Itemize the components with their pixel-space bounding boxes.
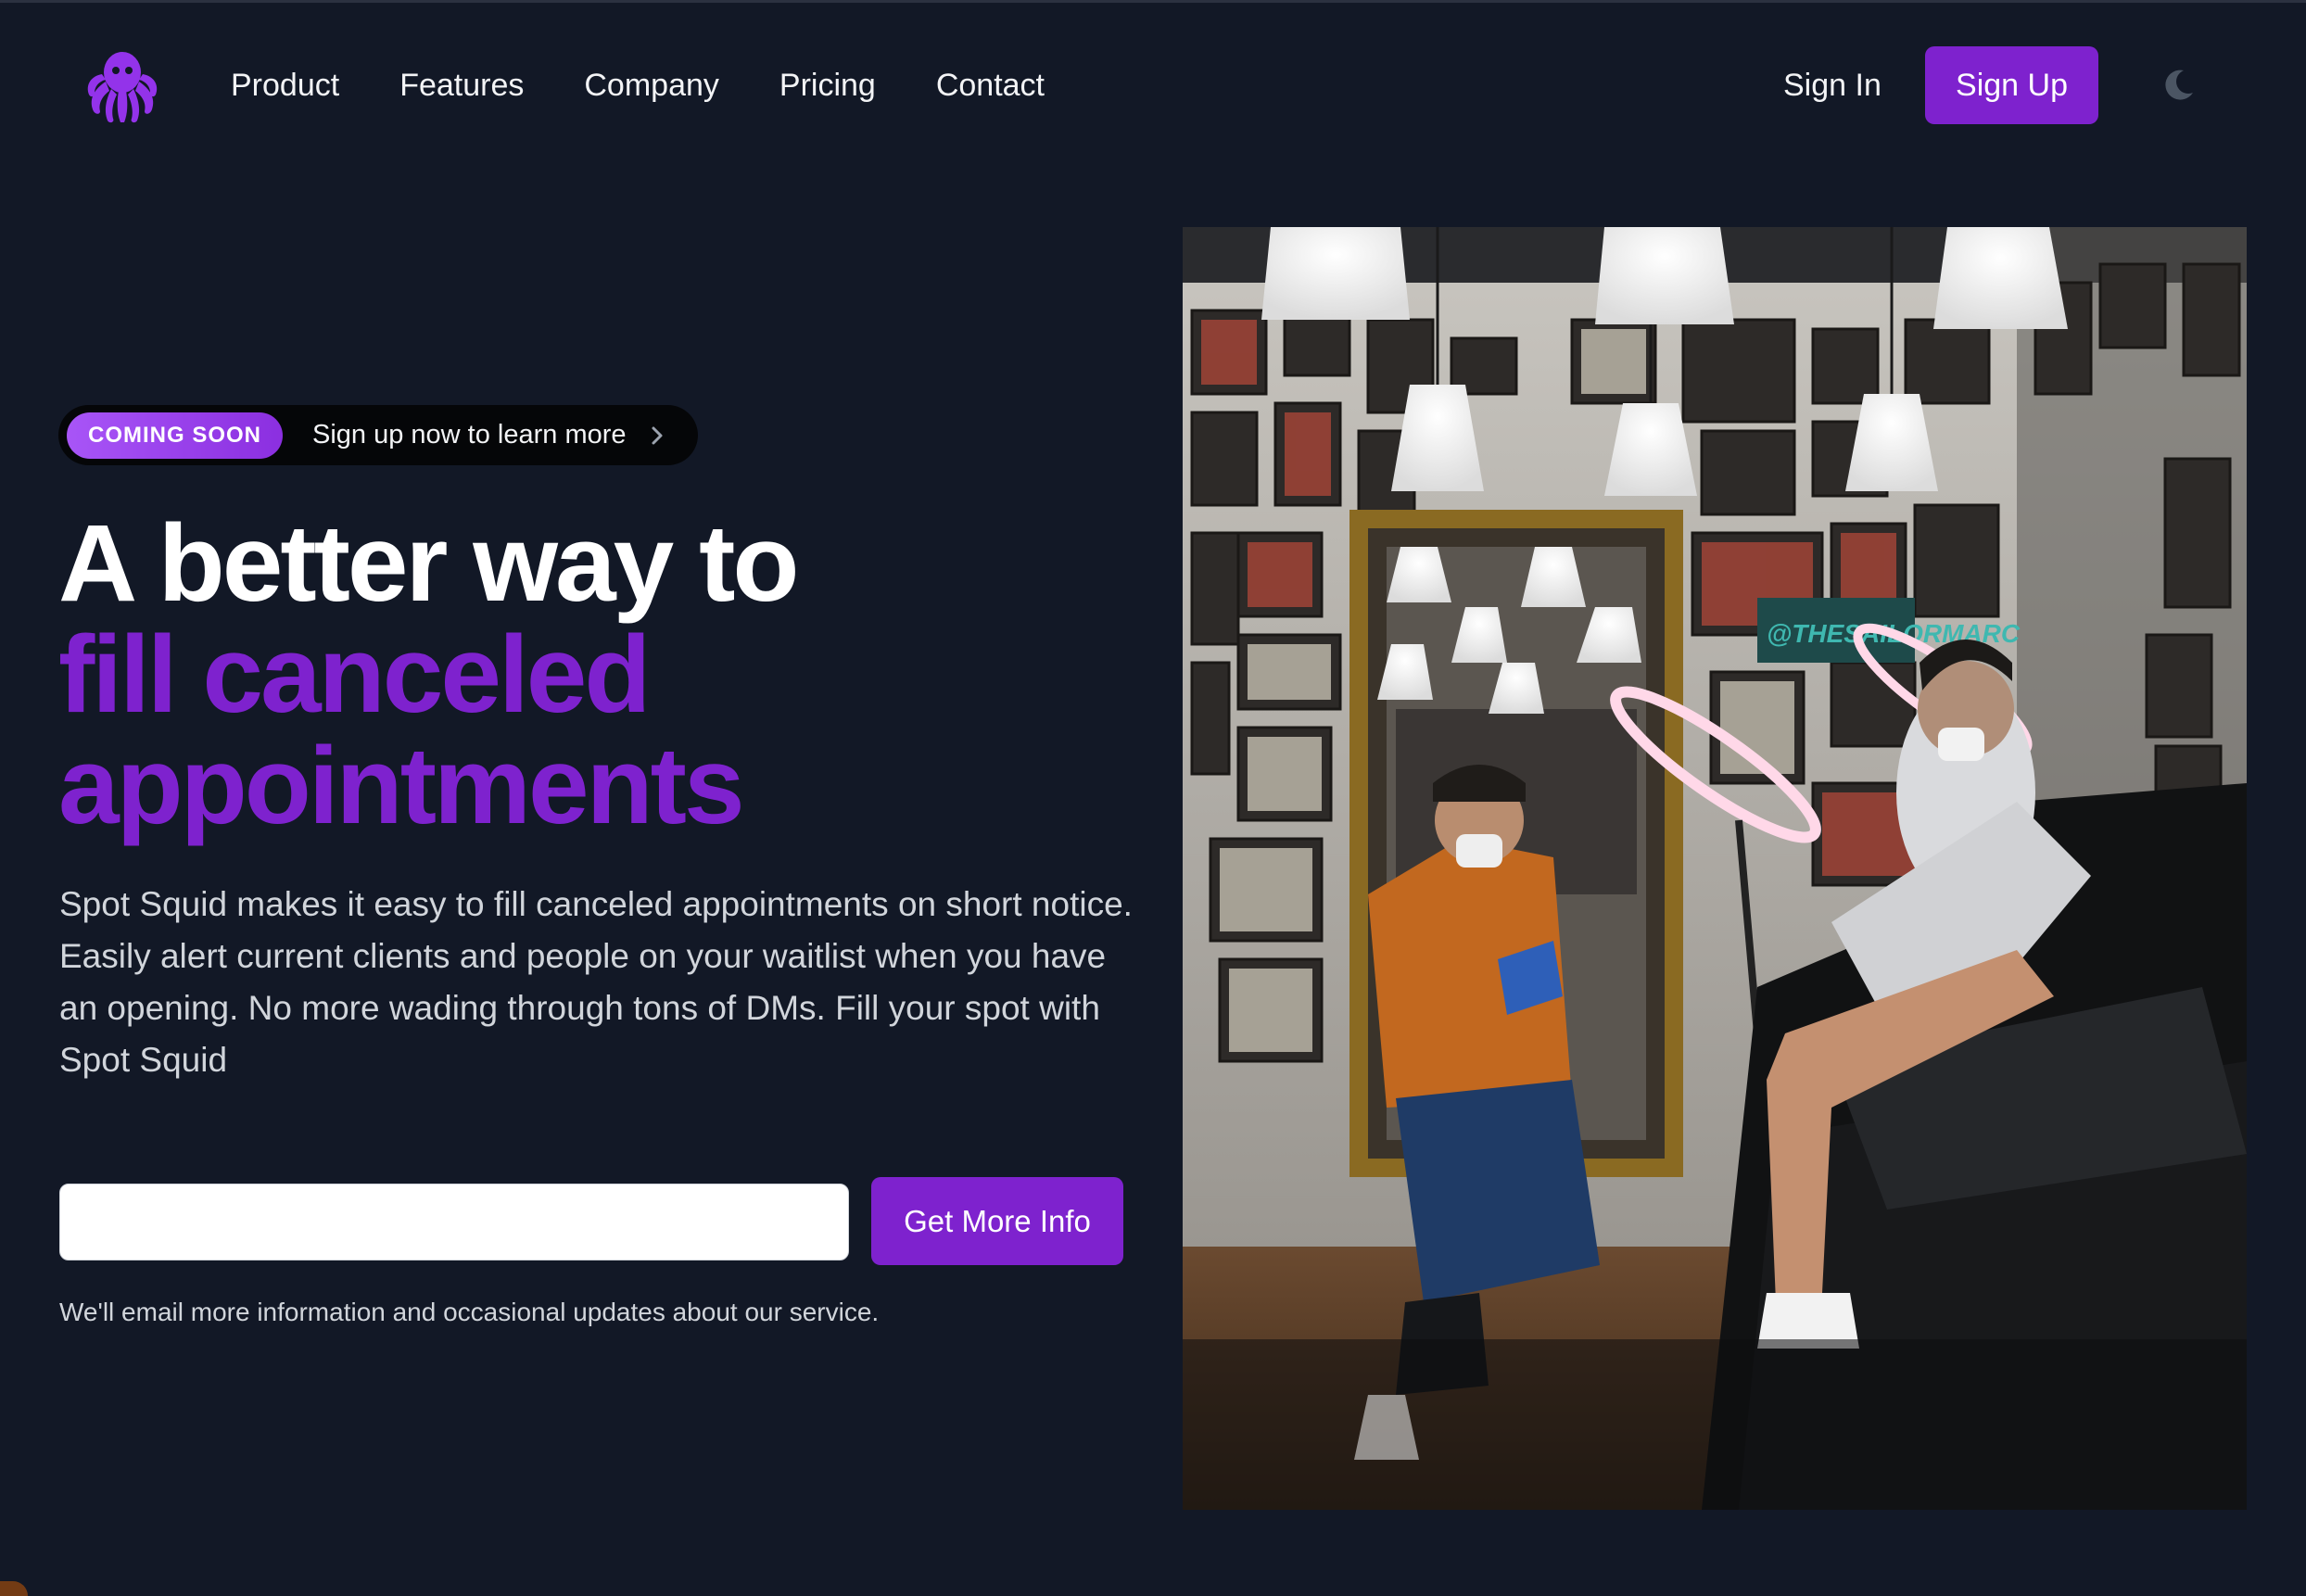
headline-line-2: fill canceled — [58, 614, 652, 736]
nav-link-features[interactable]: Features — [399, 61, 524, 109]
nav-link-pricing[interactable]: Pricing — [779, 61, 876, 109]
tattoo-studio-illustration: @THESAILORMARC — [1183, 227, 2247, 1510]
sign-up-button[interactable]: Sign Up — [1925, 46, 2098, 124]
headline-line-1: A better way to — [58, 502, 799, 625]
window-corner — [0, 1581, 28, 1596]
sign-in-link[interactable]: Sign In — [1783, 61, 1882, 109]
email-disclaimer: We'll email more information and occasio… — [59, 1298, 880, 1326]
nav-link-product[interactable]: Product — [231, 61, 339, 109]
announcement-text: Sign up now to learn more — [312, 420, 627, 450]
nav-link-contact[interactable]: Contact — [936, 61, 1045, 109]
hero-description: Spot Squid makes it easy to fill cancele… — [59, 885, 1133, 1079]
coming-soon-badge: COMING SOON — [67, 412, 283, 459]
octopus-logo-icon[interactable] — [85, 46, 159, 124]
announcement-pill[interactable]: COMING SOON Sign up now to learn more — [58, 405, 698, 465]
headline-line-3: appointments — [58, 725, 745, 847]
hero-headline: A better way to fill canceled appointmen… — [58, 502, 799, 847]
moon-icon[interactable] — [2160, 67, 2197, 104]
main-nav-links: Product Features Company Pricing Contact — [231, 61, 1045, 109]
get-more-info-button[interactable]: Get More Info — [871, 1177, 1123, 1265]
chevron-right-icon — [652, 426, 663, 444]
email-input[interactable] — [59, 1184, 849, 1260]
nav-link-company[interactable]: Company — [584, 61, 719, 109]
top-navigation: Product Features Company Pricing Contact… — [0, 0, 2306, 171]
tattoo-studio-photo: @THESAILORMARC — [1183, 227, 2247, 1510]
